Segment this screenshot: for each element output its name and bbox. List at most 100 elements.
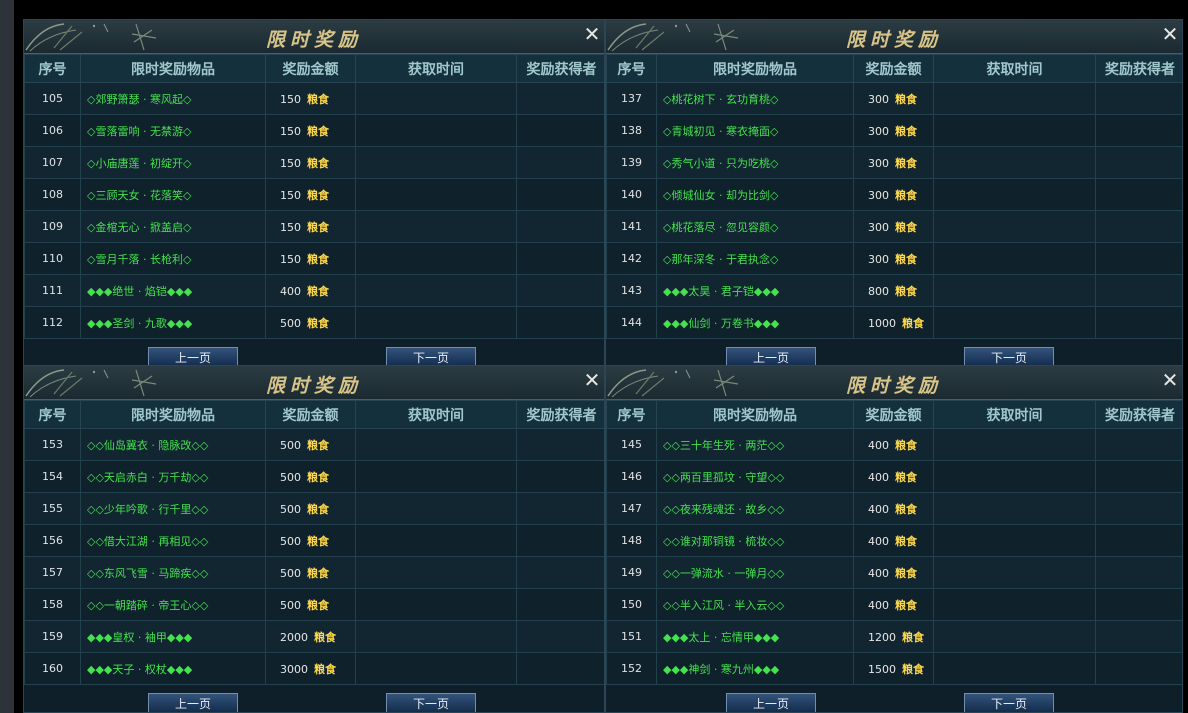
- reward-amount-cell: 400 粮食: [853, 524, 934, 557]
- reward-item-name: ◇◇两百里孤坟 · 守望◇◇: [656, 460, 854, 493]
- reward-amount-cell: 400 粮食: [265, 274, 356, 307]
- col-header-time: 获取时间: [933, 54, 1096, 83]
- reward-amount: 500: [280, 470, 301, 484]
- reward-amount: 400: [868, 470, 889, 484]
- reward-amount: 500: [280, 438, 301, 452]
- obtained-time: [933, 274, 1096, 307]
- reward-amount: 150: [280, 252, 301, 266]
- table-row: 151 ◆◆◆太上 · 忘情甲◆◆◆ 1200 粮食: [606, 620, 1182, 653]
- row-index: 157: [24, 556, 81, 589]
- table-row: 108 ◇三顾天女 · 花落笑◇ 150 粮食: [24, 178, 604, 211]
- reward-winner: [516, 588, 604, 621]
- panel-title-bar: 限时奖励 ✕: [24, 366, 604, 400]
- reward-amount: 150: [280, 188, 301, 202]
- reward-winner: [1095, 114, 1182, 147]
- table-row: 148 ◇◇谁对那铜镜 · 梳妆◇◇ 400 粮食: [606, 524, 1182, 557]
- close-icon[interactable]: ✕: [582, 23, 602, 45]
- panel-title-bar: 限时奖励 ✕: [24, 20, 604, 54]
- obtained-time: [355, 306, 517, 339]
- reward-table: 序号 限时奖励物品 奖励金额 获取时间 奖励获得者 137 ◇桃花树下 · 玄功育桃◇ 300…: [606, 54, 1182, 339]
- reward-amount-cell: 500 粮食: [265, 588, 356, 621]
- table-row: 156 ◇◇借大江湖 · 再相见◇◇ 500 粮食: [24, 524, 604, 557]
- reward-currency: 粮食: [307, 92, 329, 106]
- obtained-time: [355, 82, 517, 115]
- next-page-button[interactable]: 下一页: [386, 693, 476, 712]
- table-row: 146 ◇◇两百里孤坟 · 守望◇◇ 400 粮食: [606, 460, 1182, 493]
- panel-title: 限时奖励: [845, 375, 942, 397]
- reward-winner: [1095, 588, 1182, 621]
- reward-amount-cell: 300 粮食: [853, 210, 934, 243]
- reward-winner: [516, 114, 604, 147]
- table-header-row: 序号 限时奖励物品 奖励金额 获取时间 奖励获得者: [606, 54, 1182, 83]
- table-row: 144 ◆◆◆仙剑 · 万卷书◆◆◆ 1000 粮食: [606, 306, 1182, 339]
- reward-winner: [1095, 146, 1182, 179]
- obtained-time: [355, 242, 517, 275]
- reward-item-name: ◇雪落雷响 · 无禁游◇: [80, 114, 266, 147]
- reward-winner: [1095, 210, 1182, 243]
- col-header-winner: 奖励获得者: [1095, 54, 1182, 83]
- reward-winner: [1095, 652, 1182, 685]
- row-index: 159: [24, 620, 81, 653]
- table-header-row: 序号 限时奖励物品 奖励金额 获取时间 奖励获得者: [24, 54, 604, 83]
- reward-winner: [1095, 556, 1182, 589]
- reward-item-name: ◇◇半入江风 · 半入云◇◇: [656, 588, 854, 621]
- reward-currency: 粮食: [895, 252, 917, 266]
- reward-item-name: ◆◆◆仙剑 · 万卷书◆◆◆: [656, 306, 854, 339]
- reward-currency: 粮食: [307, 124, 329, 138]
- col-header-amount: 奖励金额: [265, 54, 356, 83]
- table-row: 149 ◇◇一弹流水 · 一弹月◇◇ 400 粮食: [606, 556, 1182, 589]
- reward-amount: 500: [280, 566, 301, 580]
- reward-table: 序号 限时奖励物品 奖励金额 获取时间 奖励获得者 105 ◇郊野箫瑟 · 寒风起◇ 150 粮…: [24, 54, 604, 339]
- table-row: 159 ◆◆◆皇权 · 袖甲◆◆◆ 2000 粮食: [24, 620, 604, 653]
- obtained-time: [355, 556, 517, 589]
- reward-amount-cell: 400 粮食: [853, 588, 934, 621]
- table-row: 110 ◇雪月千落 · 长枪利◇ 150 粮食: [24, 242, 604, 275]
- reward-currency: 粮食: [895, 470, 917, 484]
- reward-currency: 粮食: [307, 598, 329, 612]
- reward-winner: [516, 428, 604, 461]
- row-index: 105: [24, 82, 81, 115]
- close-icon[interactable]: ✕: [1160, 23, 1180, 45]
- table-row: 137 ◇桃花树下 · 玄功育桃◇ 300 粮食: [606, 82, 1182, 115]
- close-icon[interactable]: ✕: [1160, 369, 1180, 391]
- reward-currency: 粮食: [307, 252, 329, 266]
- reward-amount-cell: 1200 粮食: [853, 620, 934, 653]
- reward-item-name: ◇◇一弹流水 · 一弹月◇◇: [656, 556, 854, 589]
- reward-currency: 粮食: [902, 316, 924, 330]
- reward-currency: 粮食: [895, 598, 917, 612]
- close-icon[interactable]: ✕: [582, 369, 602, 391]
- reward-item-name: ◇◇谁对那铜镜 · 梳妆◇◇: [656, 524, 854, 557]
- obtained-time: [355, 588, 517, 621]
- table-row: 152 ◆◆◆神剑 · 寒九州◆◆◆ 1500 粮食: [606, 652, 1182, 685]
- reward-winner: [1095, 492, 1182, 525]
- row-index: 160: [24, 652, 81, 685]
- reward-amount: 500: [280, 316, 301, 330]
- table-row: 106 ◇雪落雷响 · 无禁游◇ 150 粮食: [24, 114, 604, 147]
- reward-item-name: ◇三顾天女 · 花落笑◇: [80, 178, 266, 211]
- table-row: 111 ◆◆◆绝世 · 焰铠◆◆◆ 400 粮食: [24, 274, 604, 307]
- prev-page-button[interactable]: 上一页: [148, 693, 238, 712]
- reward-currency: 粮食: [307, 188, 329, 202]
- col-header-time: 获取时间: [933, 400, 1096, 429]
- obtained-time: [933, 460, 1096, 493]
- reward-amount: 1200: [868, 630, 896, 644]
- col-header-index: 序号: [24, 400, 81, 429]
- reward-amount-cell: 500 粮食: [265, 524, 356, 557]
- reward-winner: [516, 210, 604, 243]
- reward-amount: 400: [868, 438, 889, 452]
- reward-currency: 粮食: [895, 438, 917, 452]
- reward-item-name: ◆◆◆绝世 · 焰铠◆◆◆: [80, 274, 266, 307]
- reward-amount: 300: [868, 156, 889, 170]
- reward-item-name: ◇郊野箫瑟 · 寒风起◇: [80, 82, 266, 115]
- reward-item-name: ◆◆◆天子 · 权杖◆◆◆: [80, 652, 266, 685]
- reward-item-name: ◇◇三十年生死 · 两茫◇◇: [656, 428, 854, 461]
- col-header-amount: 奖励金额: [853, 54, 934, 83]
- table-row: 155 ◇◇少年吟歌 · 行千里◇◇ 500 粮食: [24, 492, 604, 525]
- col-header-time: 获取时间: [355, 400, 517, 429]
- reward-amount: 150: [280, 220, 301, 234]
- next-page-button[interactable]: 下一页: [964, 693, 1054, 712]
- panel-title-bar: 限时奖励 ✕: [606, 20, 1182, 54]
- reward-item-name: ◇那年深冬 · 于君执念◇: [656, 242, 854, 275]
- prev-page-button[interactable]: 上一页: [726, 693, 816, 712]
- obtained-time: [933, 524, 1096, 557]
